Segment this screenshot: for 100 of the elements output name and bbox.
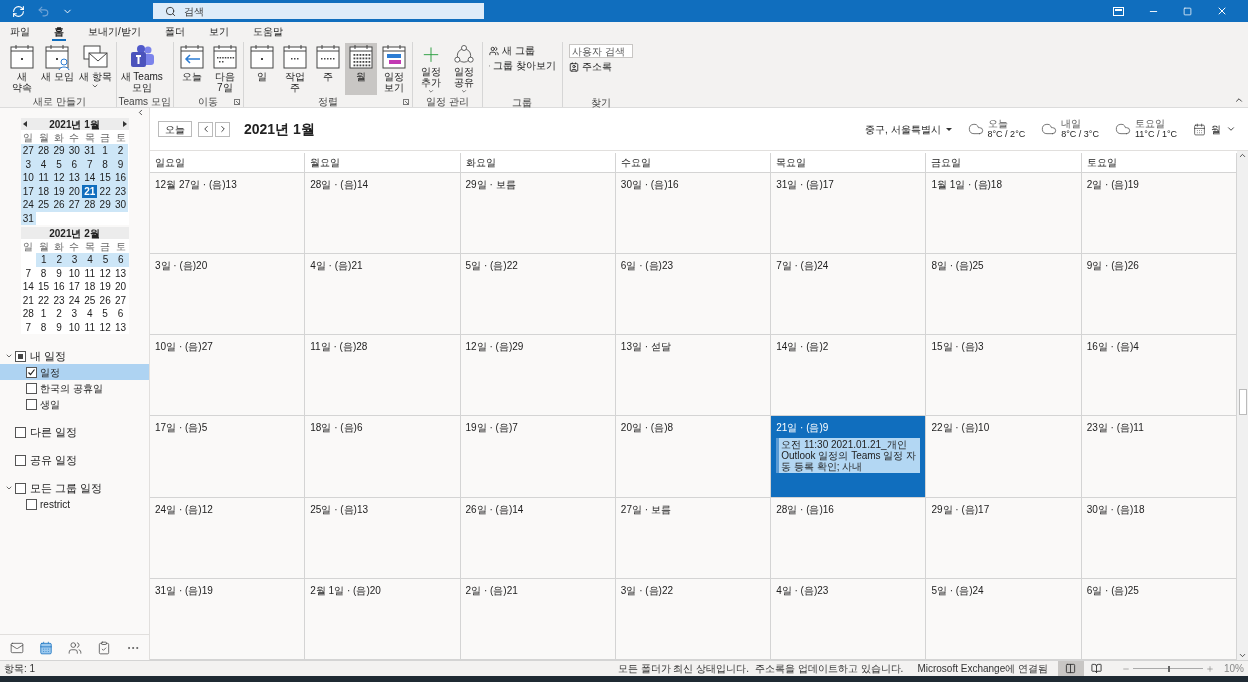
day-cell[interactable]: 12월 27일 · (음)13 bbox=[150, 173, 306, 254]
mini-day[interactable]: 15 bbox=[97, 171, 113, 185]
mini-day[interactable]: 12 bbox=[97, 266, 113, 280]
calendar-group-label[interactable]: 공유 일정 bbox=[30, 451, 78, 469]
checkbox[interactable] bbox=[15, 454, 26, 466]
scroll-thumb[interactable] bbox=[1238, 389, 1247, 415]
scrollbar[interactable] bbox=[1237, 151, 1248, 660]
day-cell[interactable]: 30일 · (음)16 bbox=[615, 173, 772, 254]
day-cell[interactable]: 29일 · 보름 bbox=[460, 173, 616, 254]
mini-day[interactable]: 25 bbox=[82, 293, 98, 307]
checkbox[interactable] bbox=[26, 382, 37, 394]
day-cell[interactable]: 26일 · (음)14 bbox=[460, 497, 616, 578]
expand-icon[interactable] bbox=[5, 484, 13, 492]
ribbon-button[interactable]: 작업 주 bbox=[278, 43, 311, 95]
calendar-group-label[interactable]: 모든 그룹 일정 bbox=[30, 479, 103, 497]
mini-day[interactable]: 6 bbox=[112, 307, 129, 321]
checkbox[interactable] bbox=[26, 498, 37, 510]
mini-day[interactable]: 5 bbox=[97, 307, 113, 321]
mini-day[interactable]: 11 bbox=[82, 266, 98, 280]
day-cell[interactable]: 25일 · (음)13 bbox=[305, 497, 461, 578]
mini-day[interactable]: 7 bbox=[20, 320, 36, 334]
mini-day[interactable]: 20 bbox=[112, 280, 129, 294]
location-dropdown[interactable]: 중구, 서울특별시 bbox=[864, 121, 952, 137]
menu-tab[interactable]: 폴더 bbox=[162, 23, 187, 41]
day-cell[interactable]: 28일 · (음)16 bbox=[771, 497, 927, 578]
day-cell[interactable]: 5일 · (음)24 bbox=[926, 578, 1082, 659]
tasks-icon[interactable] bbox=[96, 640, 111, 655]
mini-day[interactable]: 23 bbox=[51, 293, 67, 307]
day-cell[interactable]: 6일 · (음)23 bbox=[615, 254, 772, 335]
day-cell[interactable]: 5일 · (음)22 bbox=[460, 254, 616, 335]
mini-day[interactable]: 26 bbox=[97, 293, 113, 307]
mini-day[interactable]: 18 bbox=[82, 280, 98, 294]
calendar-item[interactable]: restrict bbox=[0, 496, 149, 512]
mini-day[interactable]: 28 bbox=[82, 198, 98, 212]
day-cell[interactable]: 13일 · 섣달 bbox=[615, 335, 772, 416]
ribbon-button[interactable]: 새 Teams 모임 bbox=[118, 43, 165, 95]
day-cell[interactable]: 10일 · (음)27 bbox=[150, 335, 306, 416]
day-cell[interactable]: 2월 1일 · (음)20 bbox=[305, 578, 461, 659]
collapse-ribbon-icon[interactable] bbox=[1234, 95, 1244, 105]
mini-day[interactable]: 17 bbox=[66, 280, 83, 294]
day-cell[interactable]: 8일 · (음)25 bbox=[926, 254, 1082, 335]
mini-day[interactable]: 11 bbox=[82, 320, 98, 334]
day-cell[interactable]: 23일 · (음)11 bbox=[1081, 416, 1237, 497]
mini-day[interactable]: 7 bbox=[20, 266, 36, 280]
checkbox[interactable] bbox=[15, 426, 26, 438]
next-month-icon[interactable] bbox=[122, 121, 127, 127]
calendar-item[interactable]: 일정 bbox=[0, 364, 149, 380]
ribbon-button[interactable]: 일정 추가 bbox=[414, 43, 447, 95]
mini-day[interactable]: 4 bbox=[82, 253, 98, 267]
day-cell[interactable]: 9일 · (음)26 bbox=[1081, 254, 1237, 335]
ribbon-button[interactable]: 새 그룹 bbox=[488, 44, 556, 57]
search-people-field[interactable]: 사용자 검색 bbox=[568, 44, 633, 58]
mini-day[interactable]: 12 bbox=[97, 320, 113, 334]
checkbox[interactable] bbox=[15, 482, 26, 494]
day-cell[interactable]: 2일 · (음)21 bbox=[460, 578, 616, 659]
day-cell[interactable]: 27일 · 보름 bbox=[615, 497, 772, 578]
day-cell[interactable]: 21일 · (음)9 오전 11:30 2021.01.21_개인 Outlook 일정의 Teams 일정 자동 등록 확인; 사내 bbox=[771, 416, 927, 497]
menu-tab[interactable]: 파일 bbox=[8, 23, 32, 41]
previous-button[interactable] bbox=[198, 121, 213, 137]
mini-day[interactable]: 31 bbox=[82, 144, 98, 158]
mini-day[interactable]: 16 bbox=[51, 280, 67, 294]
mini-day[interactable]: 27 bbox=[20, 144, 36, 158]
mini-day[interactable]: 12 bbox=[51, 171, 67, 185]
mini-day[interactable]: 4 bbox=[82, 307, 98, 321]
appointment[interactable]: 오전 11:30 2021.01.21_개인 Outlook 일정의 Teams 일정 자동 등록 확인; 사내 bbox=[776, 438, 921, 474]
mail-icon[interactable] bbox=[9, 640, 24, 655]
scroll-up-icon[interactable] bbox=[1238, 151, 1247, 160]
calendar-group-label[interactable]: 내 일정 bbox=[30, 347, 67, 365]
ribbon-button[interactable]: 월 bbox=[344, 43, 377, 95]
ribbon-button[interactable]: 오늘 bbox=[175, 43, 208, 95]
day-cell[interactable]: 30일 · (음)18 bbox=[1081, 497, 1237, 578]
ribbon-button[interactable]: 일정 보기 bbox=[377, 43, 410, 95]
day-cell[interactable]: 11일 · (음)28 bbox=[305, 335, 461, 416]
mini-day[interactable]: 15 bbox=[35, 280, 52, 294]
close-icon[interactable] bbox=[1216, 5, 1228, 17]
view-dropdown[interactable]: 월 bbox=[1193, 121, 1236, 137]
day-cell[interactable]: 18일 · (음)6 bbox=[305, 416, 461, 497]
mini-day[interactable]: 6 bbox=[113, 253, 129, 267]
today-button[interactable]: 오늘 bbox=[158, 121, 192, 137]
ribbon-button[interactable]: 일정 공유 bbox=[447, 43, 480, 95]
day-cell[interactable]: 31일 · (음)19 bbox=[150, 578, 306, 659]
checkbox[interactable] bbox=[26, 366, 37, 378]
mini-day[interactable]: 29 bbox=[51, 144, 67, 158]
day-cell[interactable]: 31일 · (음)17 bbox=[771, 173, 927, 254]
view-button[interactable] bbox=[1058, 660, 1084, 677]
maximize-icon[interactable] bbox=[1183, 6, 1192, 16]
mini-day[interactable]: 2 bbox=[51, 307, 67, 321]
day-cell[interactable]: 2일 · (음)19 bbox=[1081, 173, 1237, 254]
day-cell[interactable]: 6일 · (음)25 bbox=[1081, 578, 1237, 659]
mini-day[interactable]: 28 bbox=[20, 307, 36, 321]
day-cell[interactable]: 19일 · (음)7 bbox=[460, 416, 616, 497]
day-cell[interactable]: 3일 · (음)20 bbox=[150, 254, 306, 335]
sync-icon[interactable] bbox=[12, 4, 25, 18]
ribbon-button[interactable]: 그룹 찾아보기 bbox=[488, 59, 556, 72]
mini-day[interactable]: 19 bbox=[97, 280, 113, 294]
day-cell[interactable]: 22일 · (음)10 bbox=[926, 416, 1082, 497]
scroll-down-icon[interactable] bbox=[1238, 651, 1247, 660]
mini-day[interactable]: 14 bbox=[82, 171, 98, 185]
mini-day[interactable]: 9 bbox=[51, 266, 67, 280]
mini-day[interactable]: 3 bbox=[66, 307, 83, 321]
